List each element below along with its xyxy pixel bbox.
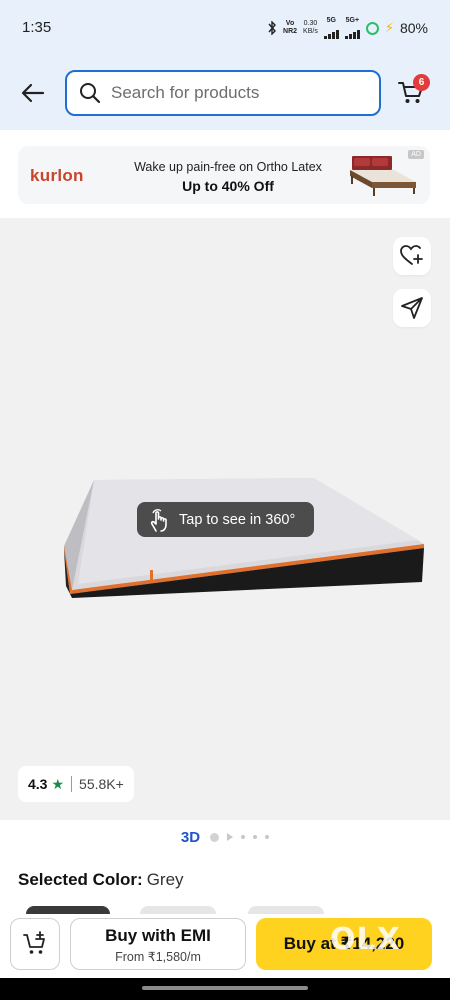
video-dot-icon (227, 833, 234, 841)
carousel-dot (253, 835, 258, 839)
ad-area: kurlon Wake up pain-free on Ortho Latex … (0, 130, 450, 218)
selected-color: Selected Color: Grey (18, 870, 184, 890)
color-swatch[interactable] (140, 906, 216, 914)
signal-bars-icon (323, 25, 339, 39)
carousel-dot (265, 835, 270, 839)
olx-watermark: OLX (330, 922, 401, 957)
ad-offer: Up to 40% Off (182, 178, 274, 194)
color-swatch[interactable] (248, 906, 324, 914)
back-button[interactable] (18, 78, 48, 108)
speed-value: 0.30 (303, 20, 318, 27)
buy-with-emi-button[interactable]: Buy with EMI From ₹1,580/m (70, 918, 246, 970)
star-icon: ★ (51, 775, 65, 792)
rating-count: 55.8K+ (79, 776, 124, 792)
selected-color-label: Selected Color: (18, 870, 143, 889)
ad-banner[interactable]: kurlon Wake up pain-free on Ortho Latex … (18, 146, 430, 204)
search-input[interactable] (111, 83, 361, 103)
emi-title: Buy with EMI (105, 926, 211, 945)
signal-bars-icon (344, 25, 360, 39)
product-gallery[interactable]: Tap to see in 360° 4.3 ★ 55.8K+ (0, 218, 450, 820)
speed-unit: KB/s (303, 28, 318, 35)
status-time: 1:35 (22, 19, 52, 36)
wishlist-button[interactable] (393, 237, 431, 275)
search-header: 6 (0, 58, 450, 130)
cart-button[interactable]: 6 (397, 74, 430, 108)
carousel-dot-active (210, 832, 220, 842)
status-icons: Vo NR2 0.30 KB/s 5G 5G+ ⚡ 80% (267, 17, 428, 39)
rating-badge[interactable]: 4.3 ★ 55.8K+ (18, 766, 134, 802)
system-nav-bar (0, 978, 450, 1000)
carousel-3d-label: 3D (180, 828, 201, 846)
selected-color-value: Grey (146, 870, 184, 889)
status-bar: 1:35 Vo NR2 0.30 KB/s 5G 5G+ ⚡ 80% (0, 0, 450, 58)
signal-2: 5G+ (344, 17, 360, 39)
heart-plus-icon (400, 245, 423, 265)
volte-bottom: NR2 (283, 28, 298, 35)
view-360-label: Tap to see in 360° (179, 511, 296, 528)
ad-tagline: Wake up pain-free on Ortho Latex (134, 160, 322, 174)
network-type-1: 5G (326, 17, 336, 24)
carousel-dot (241, 835, 246, 839)
view-360-button[interactable]: Tap to see in 360° (137, 502, 314, 537)
rating-value: 4.3 (28, 776, 48, 792)
share-button[interactable] (393, 289, 431, 327)
brand-logo: kurlon (30, 166, 84, 185)
bluetooth-icon (268, 21, 276, 35)
rating-divider (71, 776, 73, 792)
share-icon (401, 297, 423, 319)
cart-count-badge: 6 (413, 74, 430, 91)
battery-ring-icon (365, 21, 379, 35)
arrow-left-icon (21, 83, 45, 103)
mattress-image (64, 478, 424, 598)
search-icon (80, 83, 101, 104)
network-type-2: 5G+ (345, 17, 360, 24)
volte-indicator: Vo NR2 (283, 20, 297, 36)
color-swatch-grey[interactable] (26, 906, 110, 914)
bed-image (350, 156, 416, 196)
battery-level: 80% (399, 20, 428, 36)
home-gesture-handle[interactable] (142, 986, 308, 990)
emi-price: From ₹1,580/m (115, 950, 201, 964)
add-to-cart-button[interactable] (10, 918, 60, 970)
network-speed: 0.30 KB/s (303, 20, 318, 36)
ad-label: AD (408, 150, 424, 159)
charging-icon: ⚡ (384, 20, 394, 35)
volte-top: Vo (285, 20, 295, 27)
add-to-cart-icon (23, 931, 45, 954)
carousel-indicator[interactable]: 3D (0, 820, 450, 854)
signal-1: 5G (323, 17, 339, 39)
search-box[interactable] (65, 70, 381, 116)
tap-hand-icon (150, 508, 167, 532)
